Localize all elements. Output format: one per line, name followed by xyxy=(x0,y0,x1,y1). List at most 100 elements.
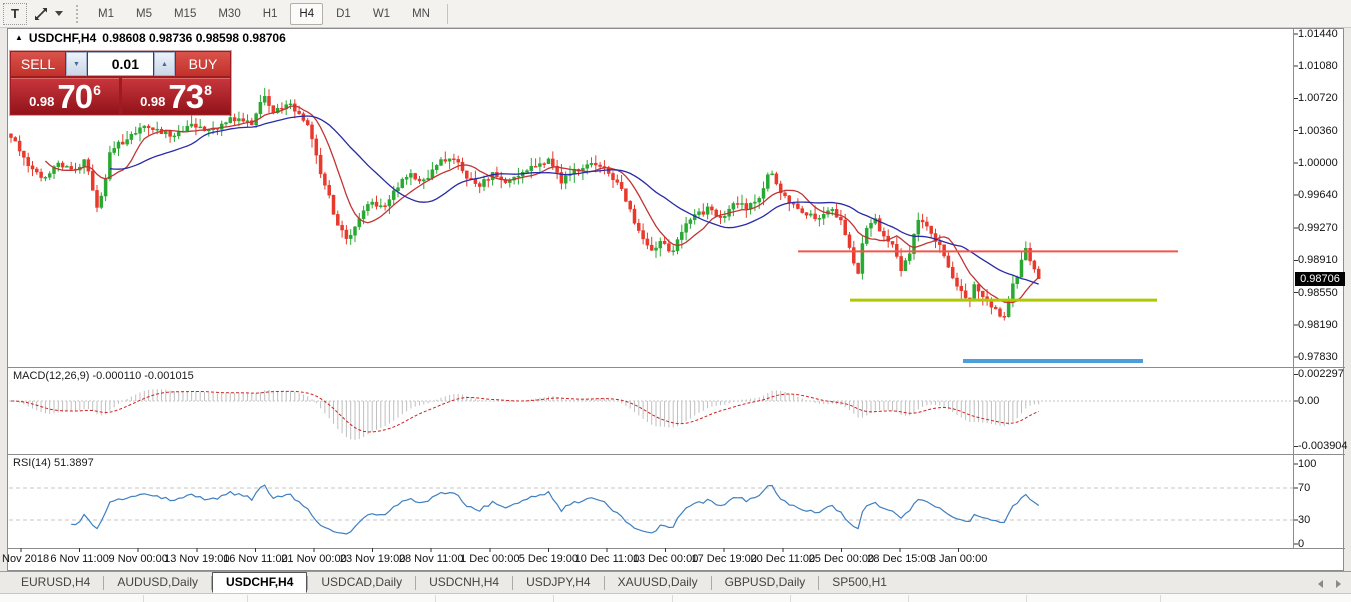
time-axis-label: 5 Dec 19:00 xyxy=(519,553,578,565)
sell-button[interactable]: SELL xyxy=(11,52,65,76)
timeframe-toolbar: T M1M5M15M30H1H4D1W1MN xyxy=(0,0,1351,28)
chart-tab-usdchf[interactable]: USDCHF,H4 xyxy=(212,572,307,593)
volume-increase-button[interactable]: ▲ xyxy=(154,52,175,76)
sell-price-prefix: 0.98 xyxy=(29,92,54,112)
timeframe-button-m15[interactable]: M15 xyxy=(165,3,205,25)
timeframe-button-m1[interactable]: M1 xyxy=(89,3,123,25)
chart-tab-bar: EURUSD,H4AUDUSD,DailyUSDCHF,H4USDCAD,Dai… xyxy=(0,571,1351,593)
price-axis-tick: 0.99640 xyxy=(1298,189,1350,202)
status-bar-separator xyxy=(553,595,554,602)
time-axis-label: 20 Dec 11:00 xyxy=(750,553,815,565)
time-axis-label: 13 Dec 00:00 xyxy=(633,553,698,565)
toolbar-separator xyxy=(447,4,448,24)
time-axis-label: 3 Jan 00:00 xyxy=(930,553,988,565)
macd-axis-tick: -0.003904 xyxy=(1298,440,1350,453)
price-axis-tick: 1.00720 xyxy=(1298,92,1350,105)
buy-price-display[interactable]: 0.98 73 8 xyxy=(122,78,230,114)
rsi-axis-tick: 70 xyxy=(1298,482,1350,495)
price-axis-tick: 1.00360 xyxy=(1298,125,1350,138)
price-axis-tick: 0.98190 xyxy=(1298,319,1350,332)
buy-button[interactable]: BUY xyxy=(176,52,230,76)
rsi-axis-tick: 30 xyxy=(1298,514,1350,527)
chart-tab-gbpusd[interactable]: GBPUSD,Daily xyxy=(712,573,819,593)
time-axis-label: 9 Nov 00:00 xyxy=(109,553,168,565)
toolbar-dropdown-caret-icon[interactable] xyxy=(55,11,63,16)
timeframe-button-mn[interactable]: MN xyxy=(403,3,439,25)
buy-price-pip-digit: 8 xyxy=(204,84,212,96)
time-axis-label: 13 Nov 19:00 xyxy=(164,553,229,565)
timeframe-button-d1[interactable]: D1 xyxy=(327,3,360,25)
chart-tab-sp500[interactable]: SP500,H1 xyxy=(819,573,900,593)
price-axis-tick: 1.01440 xyxy=(1298,28,1350,41)
time-axis-label: 17 Dec 19:00 xyxy=(691,553,756,565)
current-price-tag: 0.98706 xyxy=(1295,272,1345,286)
chart-area[interactable]: ▲ USDCHF,H4 0.98608 0.98736 0.98598 0.98… xyxy=(7,28,1344,571)
sell-price-big-digits: 70 xyxy=(57,82,92,112)
macd-axis-tick: 0.002297 xyxy=(1298,368,1350,381)
status-bar-separator xyxy=(435,595,436,602)
time-axis-label: 28 Nov 11:00 xyxy=(399,553,464,565)
chart-tab-usdcnh[interactable]: USDCNH,H4 xyxy=(416,573,512,593)
volume-input[interactable]: 0.01 xyxy=(88,52,153,76)
chart-ohlc-values: 0.98608 0.98736 0.98598 0.98706 xyxy=(102,31,286,45)
time-axis-label: 28 Dec 15:00 xyxy=(867,553,932,565)
macd-axis-tick: 0.00 xyxy=(1298,395,1350,408)
rsi-axis-tick: 100 xyxy=(1298,458,1350,471)
time-axis-label: 10 Dec 11:00 xyxy=(575,553,640,565)
time-axis-label: 1 Nov 2018 xyxy=(0,553,49,565)
timeframe-buttons: M1M5M15M30H1H4D1W1MN xyxy=(87,3,441,25)
sell-price-display[interactable]: 0.98 70 6 xyxy=(11,78,119,114)
left-arrow-icon xyxy=(1318,580,1323,588)
status-bar-separator xyxy=(247,595,248,602)
text-tool-button[interactable]: T xyxy=(3,3,27,25)
toolbar-drag-handle xyxy=(76,5,78,23)
timeframe-button-h4[interactable]: H4 xyxy=(290,3,323,25)
timeframe-button-h1[interactable]: H1 xyxy=(254,3,287,25)
rsi-indicator-label: RSI(14) 51.3897 xyxy=(13,457,94,469)
price-axis-tick: 0.98910 xyxy=(1298,254,1350,267)
timeframe-button-m30[interactable]: M30 xyxy=(209,3,249,25)
time-axis-label: 23 Nov 19:00 xyxy=(340,553,405,565)
chart-title: ▲ USDCHF,H4 0.98608 0.98736 0.98598 0.98… xyxy=(15,31,286,45)
time-axis-label: 25 Dec 00:00 xyxy=(809,553,874,565)
price-axis-tick: 0.99270 xyxy=(1298,222,1350,235)
buy-price-prefix: 0.98 xyxy=(140,92,165,112)
time-axis-label: 16 Nov 11:00 xyxy=(223,553,288,565)
tab-scroll-left-button[interactable] xyxy=(1313,577,1327,590)
chart-tab-usdcad[interactable]: USDCAD,Daily xyxy=(308,573,415,593)
status-bar-separator xyxy=(1160,595,1161,602)
price-axis-tick: 0.97830 xyxy=(1298,351,1350,364)
price-axis-tick: 1.01080 xyxy=(1298,60,1350,73)
volume-decrease-button[interactable]: ▼ xyxy=(66,52,87,76)
status-bar xyxy=(0,593,1351,602)
chart-tab-xauusd[interactable]: XAUUSD,Daily xyxy=(605,573,711,593)
time-axis-label: 6 Nov 11:00 xyxy=(50,553,109,565)
time-axis-label: 1 Dec 00:00 xyxy=(460,553,519,565)
chart-tabs: EURUSD,H4AUDUSD,DailyUSDCHF,H4USDCAD,Dai… xyxy=(8,572,900,593)
status-bar-separator xyxy=(143,595,144,602)
price-axis-tick: 0.98550 xyxy=(1298,287,1350,300)
cursor-arrows-icon[interactable] xyxy=(29,3,53,25)
status-bar-separator xyxy=(908,595,909,602)
tab-scroll-right-button[interactable] xyxy=(1331,577,1345,590)
chart-tab-usdjpy[interactable]: USDJPY,H4 xyxy=(513,573,603,593)
price-axis-tick: 1.00000 xyxy=(1298,157,1350,170)
metatrader-window: T M1M5M15M30H1H4D1W1MN ▲ USDCHF,H4 0.986… xyxy=(0,0,1351,602)
status-bar-separator xyxy=(1026,595,1027,602)
status-bar-separator xyxy=(672,595,673,602)
status-bar-separator xyxy=(790,595,791,602)
sell-price-pip-digit: 6 xyxy=(93,84,101,96)
one-click-trading-panel: SELL ▼ 0.01 ▲ BUY 0.98 70 6 0.98 73 8 xyxy=(10,51,231,115)
chart-tab-audusd[interactable]: AUDUSD,Daily xyxy=(104,573,211,593)
time-axis-label: 21 Nov 00:00 xyxy=(281,553,346,565)
arrows-glyph xyxy=(33,6,49,22)
timeframe-button-w1[interactable]: W1 xyxy=(364,3,399,25)
chart-tab-eurusd[interactable]: EURUSD,H4 xyxy=(8,573,103,593)
chart-symbol-timeframe: USDCHF,H4 xyxy=(29,31,96,45)
timeframe-button-m5[interactable]: M5 xyxy=(127,3,161,25)
buy-price-big-digits: 73 xyxy=(168,82,203,112)
macd-indicator-label: MACD(12,26,9) -0.000110 -0.001015 xyxy=(13,370,194,382)
rsi-axis-tick: 0 xyxy=(1298,538,1350,551)
right-arrow-icon xyxy=(1336,580,1341,588)
collapse-triangle-icon[interactable]: ▲ xyxy=(15,33,23,42)
